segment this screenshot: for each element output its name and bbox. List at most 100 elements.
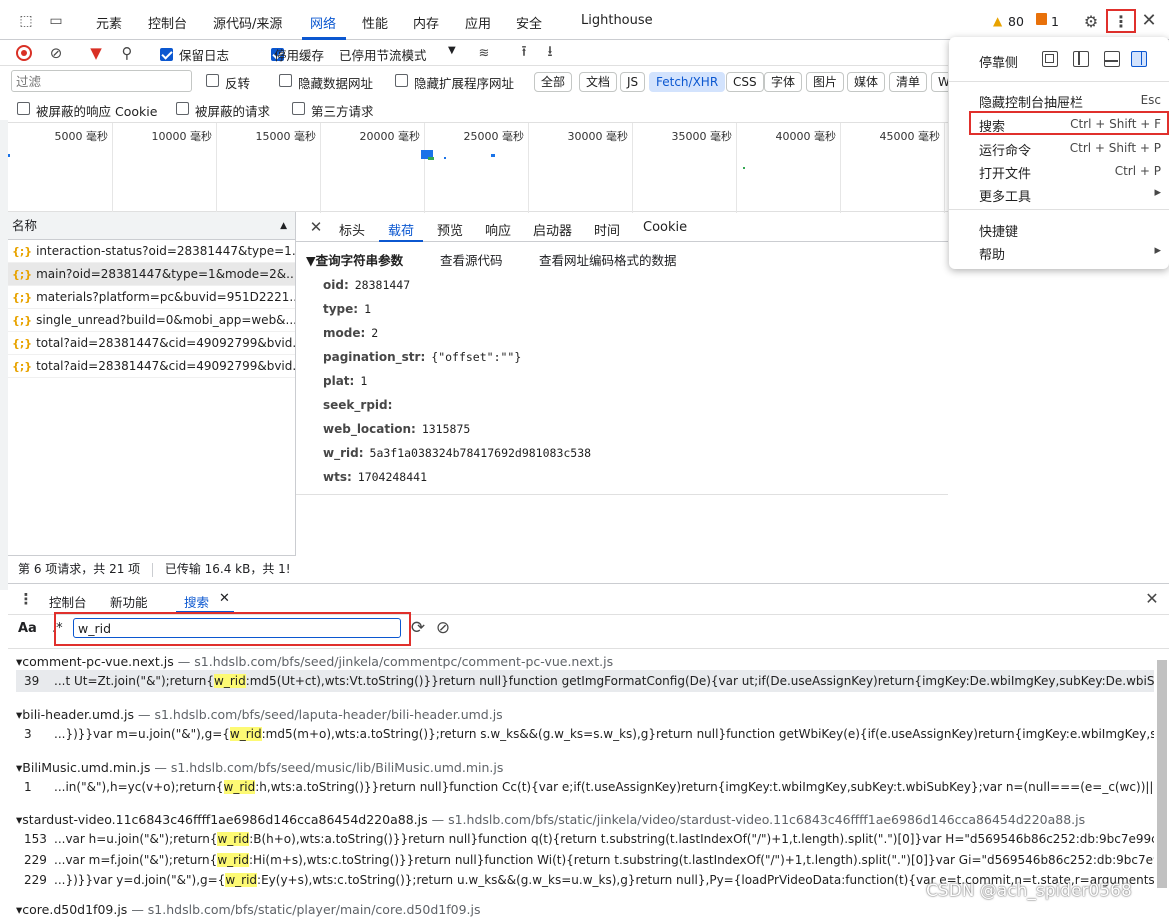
request-row[interactable]: {;} single_unread?build=0&mobi_app=web&..… [8, 309, 295, 332]
third-party-checkbox[interactable] [292, 102, 305, 115]
result-line[interactable]: 1 ...in("&"),h=yc(v+o);return{w_rid:h,wts… [16, 776, 1154, 798]
result-file[interactable]: ▾stardust-video.11c6843c46ffff1ae6986d14… [16, 812, 1085, 827]
type-filter-css[interactable]: CSS [726, 72, 764, 92]
result-file[interactable]: ▾comment-pc-vue.next.js — s1.hdslb.com/b… [16, 654, 613, 669]
search-icon[interactable]: ⚲ [117, 43, 137, 63]
close-detail-icon[interactable]: ✕ [306, 217, 326, 237]
menu-item-help[interactable]: 帮助 [979, 244, 1005, 263]
menu-item-run-command[interactable]: 运行命令 [979, 140, 1031, 159]
line-post: :md5(Ut+ct),wts:Vt.toString()}}return nu… [245, 674, 1154, 688]
chevron-down-icon[interactable]: ▼ [448, 45, 456, 56]
request-row[interactable]: {;} interaction-status?oid=28381447&type=… [8, 240, 295, 263]
result-file[interactable]: ▾core.d50d1f09.js — s1.hdslb.com/bfs/sta… [16, 902, 480, 917]
record-icon[interactable] [16, 45, 32, 61]
inspect-element-icon[interactable]: ⬚ [16, 11, 36, 31]
menu-item-hide-drawer[interactable]: 隐藏控制台抽屉栏 [979, 92, 1083, 111]
menu-item-open-file[interactable]: 打开文件 [979, 163, 1031, 182]
tab-lighthouse[interactable]: Lighthouse [581, 13, 653, 28]
close-search-tab-icon[interactable]: ✕ [219, 591, 230, 606]
tab-security[interactable]: 安全 [516, 13, 542, 32]
throttle-select[interactable]: 已停用节流模式 [339, 45, 427, 64]
result-line[interactable]: 39 ...t Ut=Zt.join("&");return{w_rid:md5(… [16, 670, 1154, 692]
type-filter-all[interactable]: 全部 [534, 72, 573, 92]
timeline-tick: 10000 毫秒 [113, 123, 217, 213]
transferred-size: 已传输 16.4 kB，共 1! [164, 562, 291, 576]
filter-icon[interactable]: ▼ [86, 43, 106, 63]
filter-input[interactable] [11, 70, 192, 92]
xhr-icon: {;} [12, 291, 33, 304]
issues-count[interactable]: 1 [1051, 14, 1059, 29]
view-encoded-link[interactable]: 查看网址编码格式的数据 [539, 250, 677, 269]
export-har-icon[interactable]: ⭳ [540, 42, 560, 63]
preserve-log-checkbox[interactable] [160, 48, 173, 61]
result-line[interactable]: 153 ...var h=u.join("&");return{w_rid:B(h… [16, 828, 1154, 850]
network-conditions-icon[interactable]: ≋ [474, 43, 494, 63]
request-row-selected[interactable]: {;} main?oid=28381447&type=1&mode=2&... [8, 263, 295, 286]
tab-response[interactable]: 响应 [485, 220, 511, 239]
hide-data-urls-checkbox[interactable] [279, 74, 292, 87]
tab-performance[interactable]: 性能 [362, 13, 388, 32]
close-drawer-icon[interactable]: ✕ [1142, 588, 1162, 608]
import-har-icon[interactable]: ⭱ [514, 42, 534, 63]
tab-console[interactable]: 控制台 [148, 13, 187, 32]
undock-icon[interactable] [1042, 51, 1058, 67]
clear-icon[interactable]: ⊘ [46, 43, 66, 63]
drawer-menu-icon[interactable]: ⋮ [16, 589, 36, 609]
type-filter-doc[interactable]: 文档 [579, 72, 618, 92]
blocked-cookies-checkbox[interactable] [17, 102, 30, 115]
warning-count[interactable]: 80 [1008, 14, 1024, 29]
type-filter-font[interactable]: 字体 [764, 72, 803, 92]
request-row[interactable]: {;} total?aid=28381447&cid=49092799&bvid.… [8, 332, 295, 355]
network-overview-timeline[interactable]: 5000 毫秒 10000 毫秒 15000 毫秒 20000 毫秒 25000… [8, 122, 948, 213]
tab-initiator[interactable]: 启动器 [533, 220, 572, 239]
param-key: seek_rpid: [323, 398, 393, 412]
settings-gear-icon[interactable]: ⚙ [1081, 11, 1101, 31]
clear-search-icon[interactable]: ⊘ [433, 618, 453, 638]
request-row[interactable]: {;} materials?platform=pc&buvid=951D2221.… [8, 286, 295, 309]
query-params-header[interactable]: ▼查询字符串参数 [306, 250, 403, 269]
issues-icon[interactable] [1036, 13, 1047, 25]
type-filter-img[interactable]: 图片 [806, 72, 845, 92]
invert-checkbox[interactable] [206, 74, 219, 87]
drawer-tab-console[interactable]: 控制台 [49, 592, 87, 611]
tab-timing[interactable]: 时间 [594, 220, 620, 239]
menu-item-shortcuts[interactable]: 快捷键 [979, 221, 1018, 240]
tab-cookies[interactable]: Cookie [643, 220, 687, 235]
type-filter-ws[interactable]: W [931, 72, 948, 92]
type-filter-manifest[interactable]: 清单 [889, 72, 928, 92]
tab-memory[interactable]: 内存 [413, 13, 439, 32]
close-devtools-icon[interactable]: ✕ [1139, 10, 1159, 31]
result-line[interactable]: 3 ...})}}var m=u.join("&"),g={w_rid:md5(m… [16, 723, 1154, 745]
type-filter-media[interactable]: 媒体 [847, 72, 886, 92]
tab-application[interactable]: 应用 [465, 13, 491, 32]
tab-elements[interactable]: 元素 [96, 13, 122, 32]
refresh-icon[interactable]: ⟳ [408, 618, 428, 638]
match-case-button[interactable]: Aa [18, 621, 37, 636]
drawer-tab-whats-new[interactable]: 新功能 [110, 592, 148, 611]
type-filter-fetch-xhr[interactable]: Fetch/XHR [649, 72, 726, 92]
tab-payload[interactable]: 载荷 [388, 220, 414, 239]
name-column-header[interactable]: 名称 ▲ [8, 212, 295, 240]
request-row[interactable]: {;} total?aid=28381447&cid=49092799&bvid.… [8, 355, 295, 378]
result-line[interactable]: 229 ...var m=f.join("&");return{w_rid:Hi(… [16, 849, 1154, 871]
dock-bottom-icon[interactable] [1104, 51, 1120, 67]
tab-sources[interactable]: 源代码/来源 [213, 13, 282, 32]
warning-icon[interactable]: ▲ [993, 14, 1002, 28]
tab-headers[interactable]: 标头 [339, 220, 365, 239]
drawer-tab-search[interactable]: 搜索 [184, 592, 209, 611]
dock-right-icon[interactable] [1131, 51, 1147, 67]
result-file[interactable]: ▾bili-header.umd.js — s1.hdslb.com/bfs/s… [16, 707, 503, 722]
result-file[interactable]: ▾BiliMusic.umd.min.js — s1.hdslb.com/bfs… [16, 760, 503, 775]
view-source-link[interactable]: 查看源代码 [440, 250, 503, 269]
dock-left-icon[interactable] [1073, 51, 1089, 67]
tab-preview[interactable]: 预览 [437, 220, 463, 239]
line-pre: ...var h=u.join("&");return{ [54, 832, 218, 846]
menu-item-more-tools[interactable]: 更多工具 [979, 186, 1031, 205]
results-scrollbar[interactable] [1157, 660, 1167, 888]
device-toolbar-icon[interactable]: ▭ [46, 11, 66, 31]
type-filter-js[interactable]: JS [620, 72, 646, 92]
hide-ext-urls-checkbox[interactable] [395, 74, 408, 87]
tab-network[interactable]: 网络 [310, 13, 336, 32]
menu-item-search[interactable]: 搜索 [979, 116, 1005, 135]
blocked-requests-checkbox[interactable] [176, 102, 189, 115]
